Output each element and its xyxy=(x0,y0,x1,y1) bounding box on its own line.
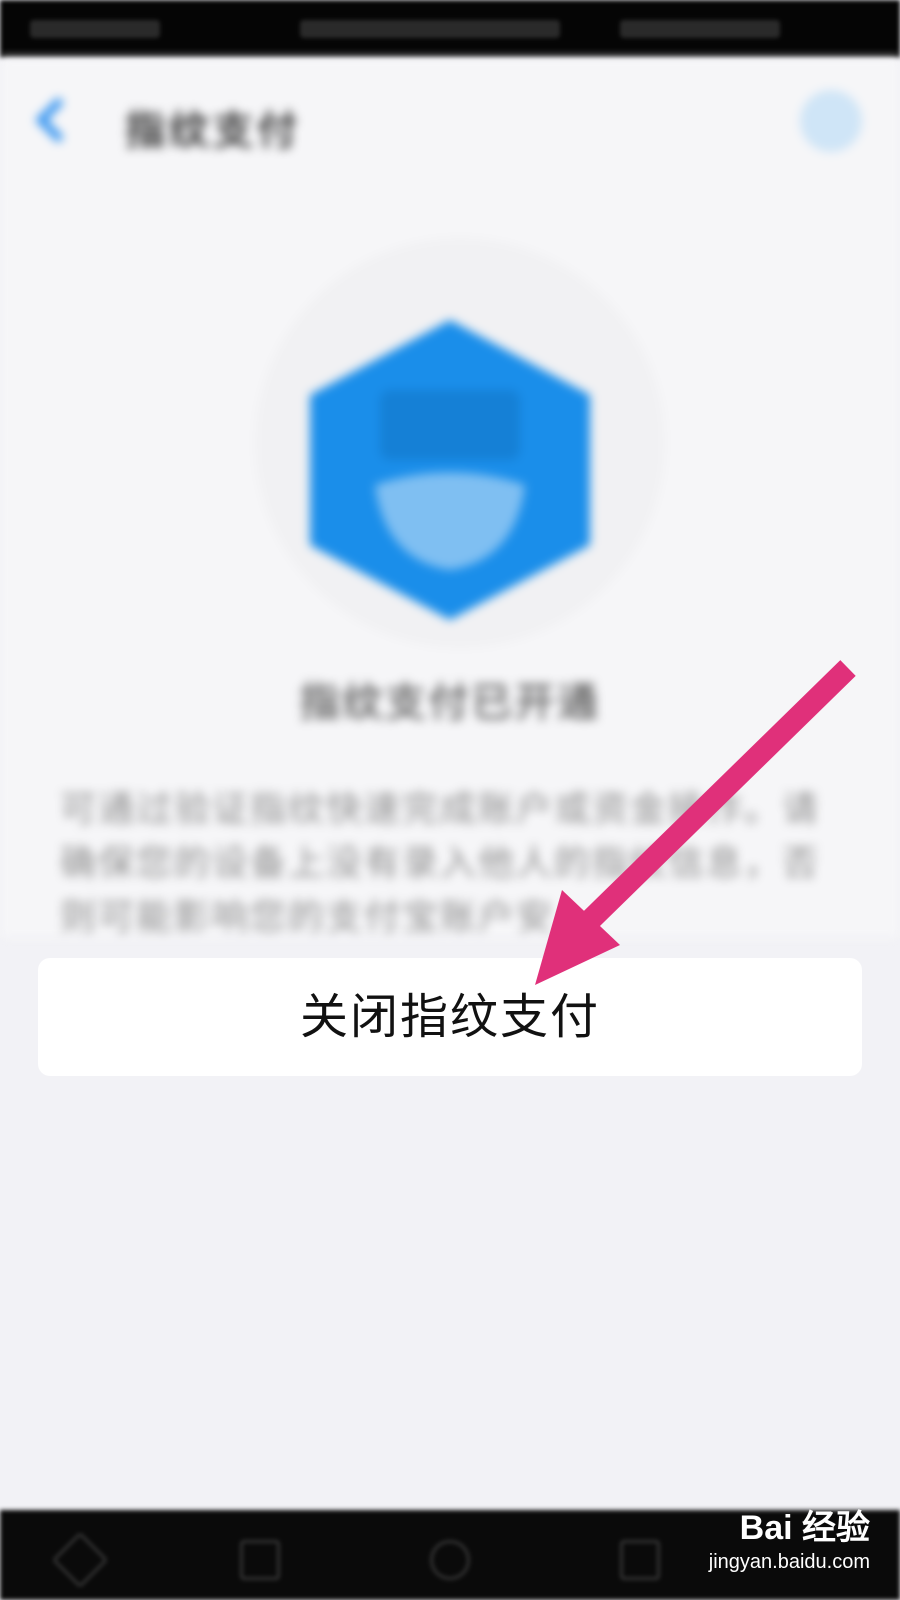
page-title: 指纹支付 xyxy=(125,108,301,154)
nav-recent-icon[interactable] xyxy=(620,1540,660,1580)
close-fingerprint-button[interactable]: 关闭指纹支付 xyxy=(38,958,862,1076)
nav-back-icon[interactable] xyxy=(51,1531,109,1589)
watermark-brand: Bai 经验 xyxy=(739,1509,870,1547)
close-fingerprint-card[interactable]: 关闭指纹支付 xyxy=(38,958,862,1076)
fingerprint-shield-icon xyxy=(310,320,590,620)
baidu-jingyan-watermark: Bai 经验 jingyan.baidu.com xyxy=(709,1500,870,1574)
status-bar xyxy=(0,0,900,58)
header: 指纹支付 xyxy=(0,58,900,188)
description-text: 可通过验证指纹快速完成账户或资金操作。请确保您的设备上没有录入他人的指纹信息，否… xyxy=(60,789,821,938)
watermark-site: jingyan.baidu.com xyxy=(708,1551,870,1573)
carrier-indicator xyxy=(30,20,160,38)
battery-icon xyxy=(620,20,780,38)
signal-icons xyxy=(300,20,560,38)
nav-menu-icon[interactable] xyxy=(240,1540,280,1580)
nav-home-icon[interactable] xyxy=(430,1540,470,1580)
screen: 指纹支付 指纹支付已开通 可通过验证指纹快速完成账户或资金操作。请确保您的设备上… xyxy=(0,0,900,1600)
back-chevron-icon[interactable] xyxy=(35,97,81,143)
help-icon[interactable] xyxy=(800,90,862,152)
status-title: 指纹支付已开通 xyxy=(299,680,601,726)
page-content-blurred: 指纹支付 指纹支付已开通 可通过验证指纹快速完成账户或资金操作。请确保您的设备上… xyxy=(0,58,900,938)
